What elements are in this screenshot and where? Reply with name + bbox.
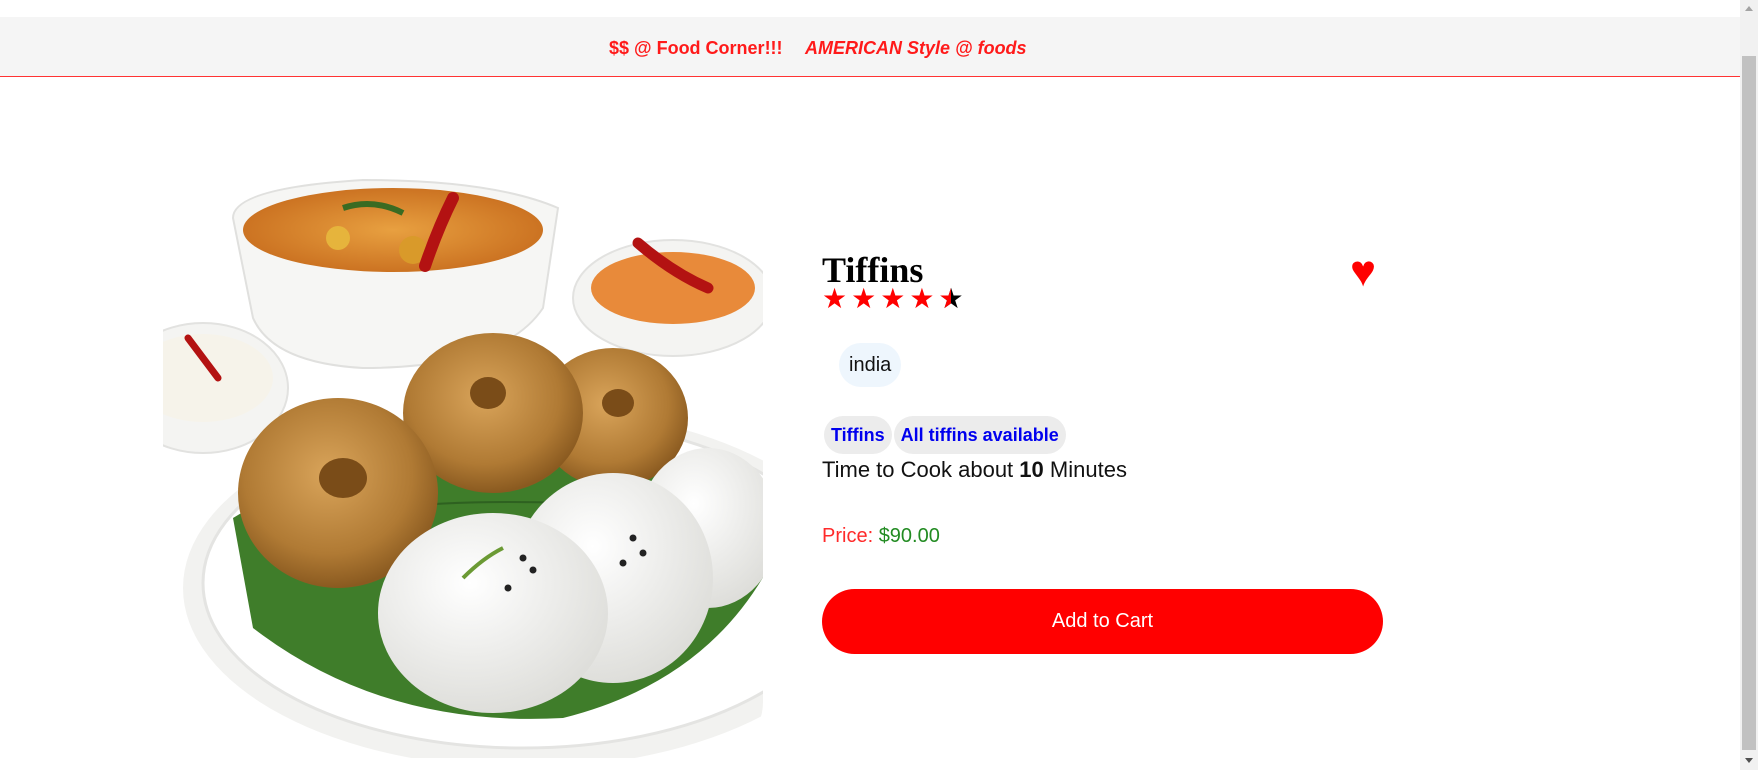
star-icon: ★: [851, 283, 881, 314]
price-label: Price:: [822, 525, 874, 547]
scroll-thumb[interactable]: [1742, 56, 1756, 750]
tag-tiffins[interactable]: Tiffins: [824, 416, 892, 454]
top-strip: [0, 0, 1740, 17]
star-icon: ★: [880, 283, 910, 314]
half-star-icon: ★★: [938, 283, 964, 314]
favorite-heart-icon[interactable]: ♥: [1350, 250, 1376, 294]
page-scrollbar[interactable]: [1740, 0, 1758, 770]
cook-time-suffix: Minutes: [1049, 457, 1127, 482]
site-header: $$ @ Food Corner!!! AMERICAN Style @ foo…: [0, 17, 1740, 77]
price: Price: $90.00: [822, 525, 940, 548]
nav-link-food-corner[interactable]: $$ @ Food Corner!!!: [609, 38, 783, 59]
cook-time: Time to Cook about 10 Minutes: [822, 457, 1127, 483]
price-value: $90.00: [878, 525, 940, 547]
scroll-up-arrow-icon[interactable]: [1740, 0, 1758, 18]
star-icon: ★: [822, 283, 852, 314]
cook-time-value: 10: [1019, 457, 1044, 482]
nav-link-american-style[interactable]: AMERICAN Style @ foods: [805, 38, 1027, 59]
add-to-cart-button[interactable]: Add to Cart: [822, 589, 1383, 654]
food-image: [163, 158, 763, 758]
tag-all-tiffins-available[interactable]: All tiffins available: [893, 416, 1066, 454]
star-icon: ★: [909, 283, 939, 314]
food-photo-illustration: [163, 158, 763, 758]
cook-time-prefix: Time to Cook about: [822, 457, 1014, 482]
star-rating: ★★★★★★: [822, 285, 964, 313]
scroll-down-arrow-icon[interactable]: [1740, 752, 1758, 770]
tag-list: Tiffins All tiffins available: [824, 416, 1068, 454]
origin-tag[interactable]: india: [839, 343, 902, 387]
